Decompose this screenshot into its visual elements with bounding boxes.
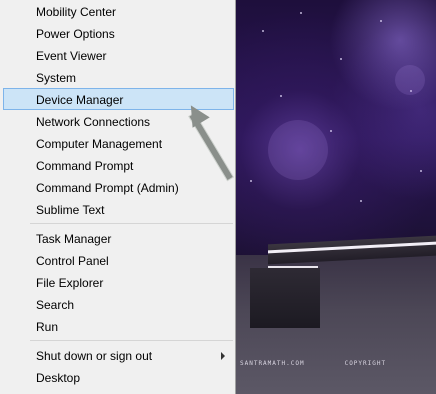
menu-item-control-panel[interactable]: Control Panel — [3, 249, 234, 271]
menu-item-task-manager[interactable]: Task Manager — [3, 227, 234, 249]
menu-item-desktop[interactable]: Desktop — [3, 366, 234, 388]
menu-item-run[interactable]: Run — [3, 315, 234, 337]
menu-item-event-viewer[interactable]: Event Viewer — [3, 44, 234, 66]
chevron-right-icon — [221, 352, 225, 360]
menu-item-system[interactable]: System — [3, 66, 234, 88]
menu-item-computer-management[interactable]: Computer Management — [3, 132, 234, 154]
pier-block — [250, 268, 320, 328]
menu-item-mobility-center[interactable]: Mobility Center — [3, 0, 234, 22]
wallpaper-watermark: SANTRAMATH.COM COPYRIGHT — [240, 360, 387, 367]
menu-separator — [30, 340, 233, 341]
winx-context-menu: Mobility Center Power Options Event View… — [0, 0, 236, 394]
menu-item-command-prompt[interactable]: Command Prompt — [3, 154, 234, 176]
menu-item-power-options[interactable]: Power Options — [3, 22, 234, 44]
menu-item-sublime-text[interactable]: Sublime Text — [3, 198, 234, 220]
menu-item-search[interactable]: Search — [3, 293, 234, 315]
menu-item-command-prompt-admin[interactable]: Command Prompt (Admin) — [3, 176, 234, 198]
menu-item-file-explorer[interactable]: File Explorer — [3, 271, 234, 293]
menu-item-shut-down-or-sign-out[interactable]: Shut down or sign out — [3, 344, 234, 366]
menu-separator — [30, 223, 233, 224]
